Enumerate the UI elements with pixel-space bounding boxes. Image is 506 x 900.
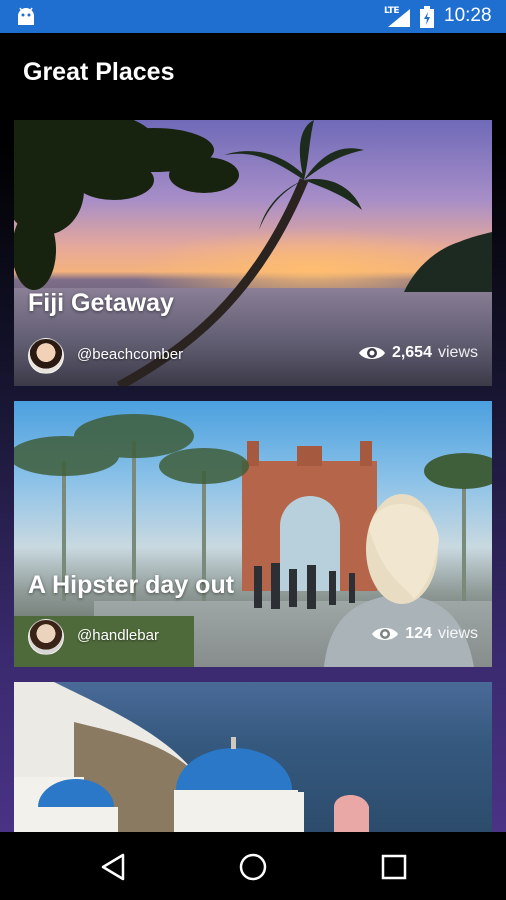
place-card-santorini[interactable] [14,682,492,832]
avatar[interactable] [28,338,64,374]
back-icon[interactable] [99,852,129,882]
foliage-image [14,120,239,290]
place-card-hipster[interactable]: A Hipster day out @handlebar 124 views [14,401,492,667]
page-title: Great Places [23,58,175,86]
island-image [404,232,492,292]
card-title: Fiji Getaway [28,289,174,317]
eye-icon [358,347,385,359]
avatar[interactable] [28,619,64,655]
clock: 10:28 [444,5,492,26]
place-card-fiji[interactable]: Fiji Getaway @beachcomber 2,654 views [14,120,492,386]
views-label: views [437,625,478,642]
santorini-image [14,682,369,832]
view-count: 124 views [371,625,478,643]
card-title: A Hipster day out [28,571,235,599]
app-screen: Great Places Fiji Getaway @beachcomber 2… [0,33,506,832]
home-icon[interactable] [238,852,268,882]
signal-icon [388,9,410,27]
views-count: 124 [405,625,432,642]
status-bar: LTE 10:28 [0,0,506,33]
author-handle[interactable]: @beachcomber [77,346,183,363]
views-label: views [437,344,478,361]
navigation-bar [0,832,506,900]
android-icon [18,7,34,25]
recents-icon[interactable] [379,852,409,882]
views-count: 2,654 [391,344,432,361]
battery-icon [420,6,434,28]
author-handle[interactable]: @handlebar [77,627,159,644]
view-count: 2,654 views [358,344,478,362]
eye-icon [372,628,399,640]
